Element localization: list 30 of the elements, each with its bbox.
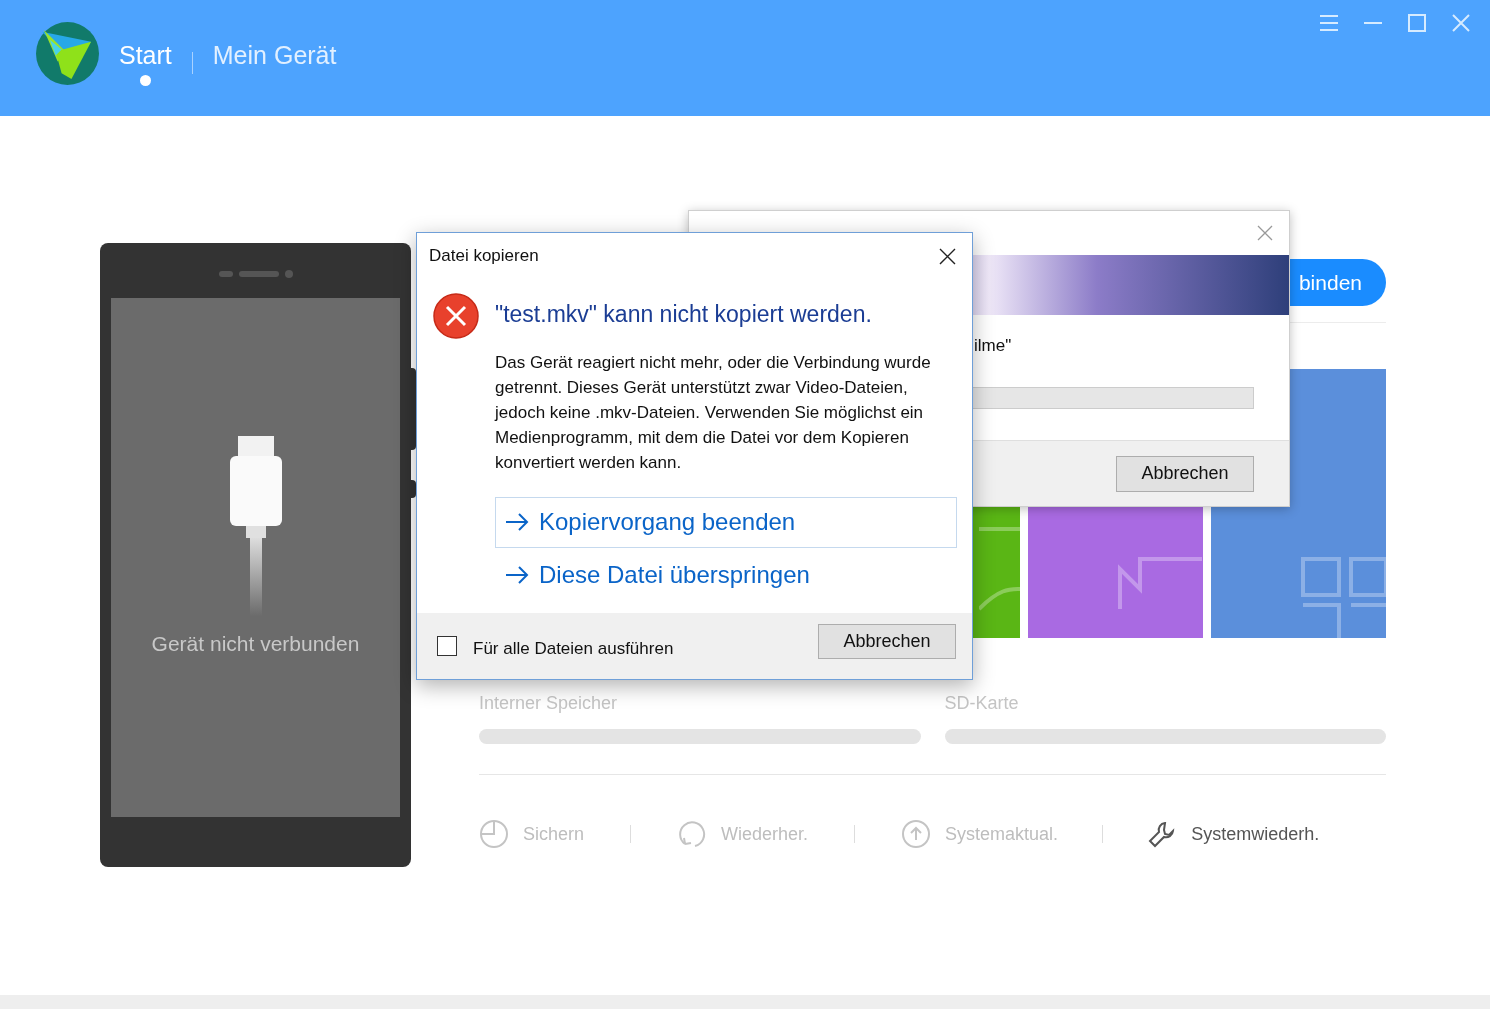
- command-link[interactable]: Kopiervorgang beenden: [495, 496, 957, 548]
- command-link[interactable]: Diese Datei überspringen: [495, 549, 957, 601]
- tool-button[interactable]: Systemwiederh.: [1147, 819, 1320, 849]
- cancel-button[interactable]: Abbrechen: [818, 623, 956, 659]
- error-message: Das Gerät reagiert nicht mehr, oder die Verbindung wurde getrennt. Dieses Gerät unterstützt zwar Video-Dateien, jedoch keine .mkv-Dateien. Verwenden Sie möglichst ein Medienprogramm, mit dem die Datei vor dem Kopieren konvertiert werden kann.: [495, 351, 932, 474]
- maximize-icon[interactable]: [1406, 12, 1428, 34]
- error-heading: "test.mkv" kann nicht kopiert werden.: [495, 300, 873, 329]
- app-logo: [36, 22, 99, 85]
- connection-status: Gerät nicht verbunden: [151, 631, 360, 657]
- storage-label: Interner Speicher: [479, 692, 619, 715]
- refresh-icon: [677, 819, 708, 849]
- usb-cable-icon: [227, 436, 284, 616]
- tile-pattern-icon: [979, 527, 1020, 611]
- error-icon: [433, 293, 479, 339]
- tile-pattern-icon: [1301, 557, 1386, 638]
- dialog-title: Datei kopieren: [429, 245, 539, 268]
- tile-pattern-icon: [1118, 557, 1202, 611]
- arrow-right-icon: [505, 512, 529, 532]
- close-icon[interactable]: [939, 247, 956, 265]
- checkbox-label: Für alle Dateien ausführen: [473, 638, 674, 661]
- menu-icon[interactable]: [1318, 12, 1340, 34]
- copy-destination-text: ilme": [974, 335, 1013, 357]
- arrow-right-icon: [505, 565, 529, 585]
- nav-tab[interactable]: Mein Gerät: [212, 40, 337, 86]
- upload-icon: [901, 819, 932, 849]
- checkbox[interactable]: [437, 636, 457, 656]
- nav-tab[interactable]: Start: [119, 40, 172, 86]
- storage-label: SD-Karte: [944, 692, 1020, 715]
- clock-icon: [479, 819, 509, 849]
- cancel-button[interactable]: Abbrechen: [1116, 455, 1254, 492]
